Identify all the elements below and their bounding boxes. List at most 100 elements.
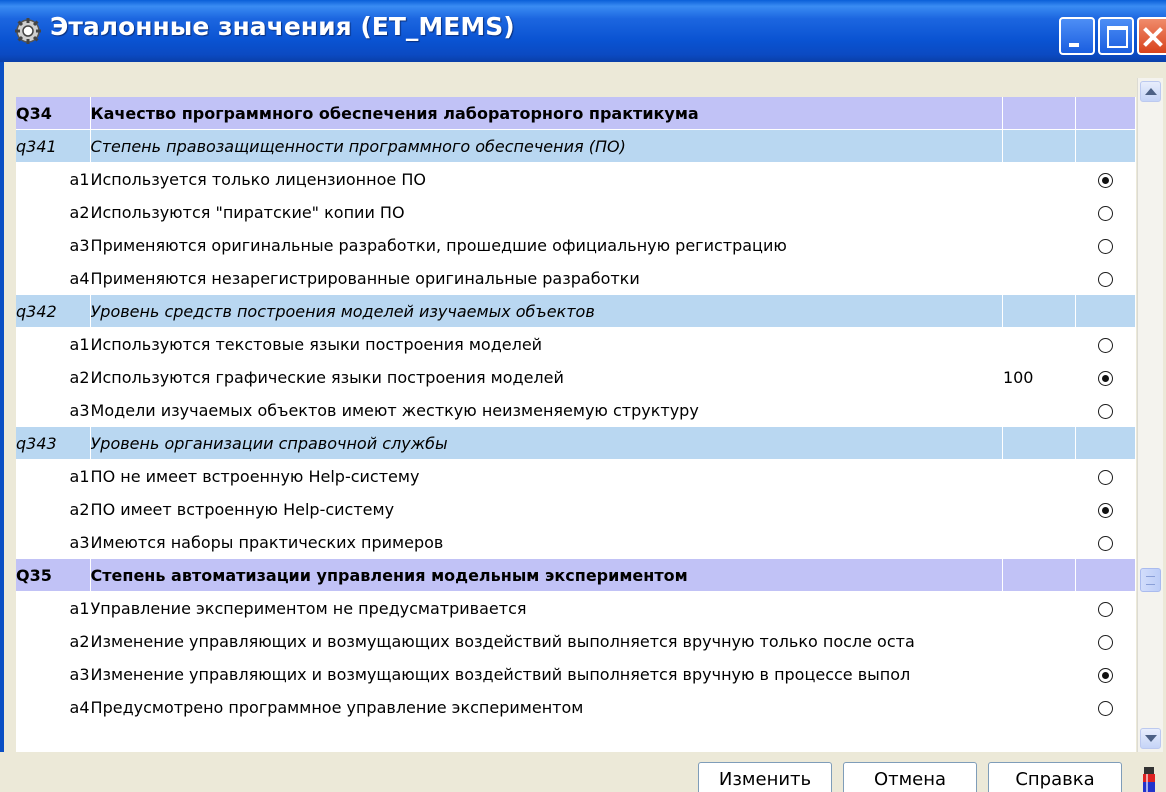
row-code: q343 xyxy=(16,426,91,460)
radio-button[interactable] xyxy=(1097,238,1113,254)
paint-icon[interactable] xyxy=(1137,767,1161,792)
value-cell[interactable] xyxy=(1002,591,1076,625)
window-border xyxy=(0,62,4,792)
radio-cell xyxy=(1075,327,1136,361)
row-code: Q34 xyxy=(16,97,91,130)
value-cell[interactable] xyxy=(1002,261,1076,295)
value-cell[interactable] xyxy=(1002,162,1076,196)
answer-row[interactable]: a1 Используется только лицензионное ПО xyxy=(16,162,1136,196)
maximize-icon[interactable] xyxy=(1098,17,1134,55)
radio-cell xyxy=(1075,97,1136,130)
row-code: a3 xyxy=(16,393,91,427)
answer-row[interactable]: a1 Используются текстовые языки построени… xyxy=(16,327,1136,361)
row-code: Q35 xyxy=(16,558,91,592)
window-title: Эталонные значения (ET_MEMS) xyxy=(50,12,515,41)
value-cell[interactable] xyxy=(1002,657,1076,691)
gear-icon xyxy=(15,18,41,44)
radio-button[interactable] xyxy=(1097,205,1113,221)
value-cell[interactable] xyxy=(1002,690,1076,724)
answer-row[interactable]: a4 Предусмотрено программное управление э… xyxy=(16,690,1136,724)
answer-row[interactable]: a2 Используются графические языки построе… xyxy=(16,360,1136,394)
row-code: a3 xyxy=(16,525,91,559)
row-code: a3 xyxy=(16,657,91,691)
value-cell[interactable] xyxy=(1002,393,1076,427)
radio-button[interactable] xyxy=(1097,535,1113,551)
answer-row[interactable]: a3 Применяются оригинальные разработки, п… xyxy=(16,228,1136,262)
value-cell[interactable] xyxy=(1002,525,1076,559)
radio-cell xyxy=(1075,525,1136,559)
title-bar[interactable]: Эталонные значения (ET_MEMS) xyxy=(0,0,1166,62)
scroll-down-icon[interactable] xyxy=(1140,728,1161,749)
answer-row[interactable]: a1 Управление экспериментом не предусматр… xyxy=(16,591,1136,625)
row-code: a3 xyxy=(16,228,91,262)
radio-button[interactable] xyxy=(1097,634,1113,650)
answer-row[interactable]: a2 Используются "пиратские" копии ПО xyxy=(16,195,1136,229)
radio-button[interactable] xyxy=(1097,601,1113,617)
answer-row[interactable]: a2 Изменение управляющих и возмущающих во… xyxy=(16,624,1136,658)
minimize-icon[interactable] xyxy=(1059,17,1095,55)
row-text: Используется только лицензионное ПО xyxy=(90,162,1003,196)
radio-button[interactable] xyxy=(1097,271,1113,287)
button-bar: Изменить Отмена Справка xyxy=(0,752,1166,792)
radio-cell xyxy=(1075,261,1136,295)
subcategory-row: q341 Степень правозащищенности программно… xyxy=(16,129,1136,163)
row-code: a4 xyxy=(16,261,91,295)
row-text: Степень правозащищенности программного о… xyxy=(90,129,1003,163)
row-code: a1 xyxy=(16,591,91,625)
answer-row[interactable]: a4 Применяются незарегистрированные ориги… xyxy=(16,261,1136,295)
answer-row[interactable]: a1 ПО не имеет встроенную Help-систему xyxy=(16,459,1136,493)
value-cell[interactable] xyxy=(1002,459,1076,493)
change-button[interactable]: Изменить xyxy=(698,762,832,792)
value-cell[interactable] xyxy=(1002,624,1076,658)
category-row: Q35 Степень автоматизации управления моде… xyxy=(16,558,1136,592)
radio-button[interactable] xyxy=(1097,403,1113,419)
value-cell[interactable] xyxy=(1002,492,1076,526)
radio-button[interactable] xyxy=(1097,337,1113,353)
row-code: a1 xyxy=(16,327,91,361)
row-text: Уровень организации справочной службы xyxy=(90,426,1003,460)
answer-row[interactable]: a3 Модели изучаемых объектов имеют жестку… xyxy=(16,393,1136,427)
row-code: a4 xyxy=(16,690,91,724)
subcategory-row: q343 Уровень организации справочной служб… xyxy=(16,426,1136,460)
row-code: a2 xyxy=(16,492,91,526)
value-cell[interactable] xyxy=(1002,195,1076,229)
row-text: Изменение управляющих и возмущающих возд… xyxy=(90,657,1003,691)
radio-button[interactable] xyxy=(1097,502,1113,518)
radio-cell xyxy=(1075,129,1136,163)
scroll-thumb[interactable] xyxy=(1140,568,1161,592)
row-text: Предусмотрено программное управление экс… xyxy=(90,690,1003,724)
row-text: Уровень средств построения моделей изуча… xyxy=(90,294,1003,328)
scroll-up-icon[interactable] xyxy=(1140,81,1161,102)
reference-values-grid[interactable]: Q34 Качество программного обеспечения лаб… xyxy=(16,97,1136,752)
radio-cell xyxy=(1075,558,1136,592)
row-text: Имеются наборы практических примеров xyxy=(90,525,1003,559)
close-icon[interactable] xyxy=(1137,17,1166,55)
radio-cell xyxy=(1075,393,1136,427)
radio-cell xyxy=(1075,426,1136,460)
help-button[interactable]: Справка xyxy=(988,762,1122,792)
value-cell[interactable]: 100 xyxy=(1002,360,1076,394)
row-text: ПО не имеет встроенную Help-систему xyxy=(90,459,1003,493)
value-cell xyxy=(1002,426,1076,460)
radio-button[interactable] xyxy=(1097,172,1113,188)
row-code: a1 xyxy=(16,459,91,493)
value-cell[interactable] xyxy=(1002,327,1076,361)
vertical-scrollbar[interactable] xyxy=(1137,78,1163,752)
radio-button[interactable] xyxy=(1097,667,1113,683)
row-code: a2 xyxy=(16,360,91,394)
category-row: Q34 Качество программного обеспечения лаб… xyxy=(16,97,1136,130)
row-code: q341 xyxy=(16,129,91,163)
answer-row[interactable]: a3 Имеются наборы практических примеров xyxy=(16,525,1136,559)
answer-row[interactable]: a3 Изменение управляющих и возмущающих во… xyxy=(16,657,1136,691)
cancel-button[interactable]: Отмена xyxy=(843,762,977,792)
row-code: a2 xyxy=(16,195,91,229)
answer-row[interactable]: a2 ПО имеет встроенную Help-систему xyxy=(16,492,1136,526)
row-text: Применяются оригинальные разработки, про… xyxy=(90,228,1003,262)
value-cell xyxy=(1002,97,1076,130)
value-cell[interactable] xyxy=(1002,228,1076,262)
radio-button[interactable] xyxy=(1097,370,1113,386)
radio-button[interactable] xyxy=(1097,700,1113,716)
row-text: Качество программного обеспечения лабора… xyxy=(90,97,1003,130)
row-text: Управление экспериментом не предусматрив… xyxy=(90,591,1003,625)
radio-button[interactable] xyxy=(1097,469,1113,485)
